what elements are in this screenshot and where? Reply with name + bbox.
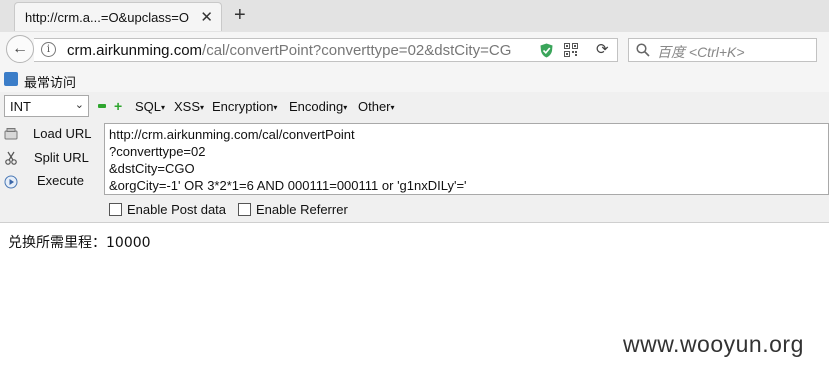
- tab-bar: http://crm.a...=O&upclass=O ✕ +: [0, 0, 829, 33]
- split-url-button[interactable]: Split URL: [0, 148, 100, 170]
- search-bar[interactable]: 百度 <Ctrl+K>: [628, 38, 817, 62]
- watermark: www.wooyun.org: [623, 331, 804, 357]
- menu-xss[interactable]: XSS▾: [174, 99, 204, 114]
- browser-tab[interactable]: http://crm.a...=O&upclass=O ✕: [14, 2, 222, 31]
- url-text[interactable]: crm.airkunming.com/cal/convertPoint?conv…: [67, 42, 511, 59]
- url-domain: crm.airkunming.com: [67, 42, 203, 59]
- menu-label: Other: [358, 99, 391, 114]
- menu-encoding[interactable]: Encoding▾: [289, 99, 347, 114]
- url-path: /cal/convertPoint?converttype=02&dstCity…: [202, 42, 512, 59]
- load-url-button[interactable]: Load URL: [0, 124, 100, 146]
- new-tab-button[interactable]: +: [234, 4, 246, 27]
- navigation-bar: ← i crm.airkunming.com/cal/convertPoint?…: [0, 32, 829, 68]
- execute-label: Execute: [37, 173, 84, 188]
- type-select[interactable]: INT ⌄: [4, 95, 89, 117]
- chevron-down-icon: ⌄: [74, 99, 84, 111]
- play-icon: [4, 175, 18, 189]
- menu-sql[interactable]: SQL▾: [135, 99, 165, 114]
- menu-encryption[interactable]: Encryption▾: [212, 99, 277, 114]
- scissors-icon: [5, 151, 17, 165]
- address-bar[interactable]: i crm.airkunming.com/cal/convertPoint?co…: [34, 38, 618, 62]
- info-icon[interactable]: i: [41, 42, 56, 57]
- menu-label: XSS: [174, 99, 201, 114]
- menu-label: Encryption: [212, 99, 274, 114]
- execute-button[interactable]: Execute: [0, 172, 100, 194]
- type-select-value: INT: [10, 99, 31, 114]
- bookmark-folder-icon: [4, 72, 18, 86]
- enable-referrer-label: Enable Referrer: [256, 202, 348, 217]
- close-icon[interactable]: ✕: [200, 8, 213, 26]
- editor-line: http://crm.airkunming.com/cal/convertPoi…: [109, 127, 355, 142]
- search-icon: [636, 43, 650, 57]
- hackbar-panel: INT ⌄ + SQL▾ XSS▾ Encryption▾ Encoding▾ …: [0, 92, 829, 223]
- split-url-label: Split URL: [34, 150, 89, 165]
- enable-post-label: Enable Post data: [127, 202, 227, 217]
- menu-label: SQL: [135, 99, 162, 114]
- url-editor[interactable]: http://crm.airkunming.com/cal/convertPoi…: [104, 123, 829, 195]
- shield-icon[interactable]: [540, 43, 553, 58]
- menu-other[interactable]: Other▾: [358, 99, 395, 114]
- qr-code-icon[interactable]: [564, 43, 578, 57]
- editor-line: &orgCity=-1' OR 3*2*1=6 AND 000111=00011…: [109, 178, 467, 193]
- editor-line: &dstCity=CGO: [109, 161, 195, 176]
- search-placeholder: 百度 <Ctrl+K>: [657, 44, 745, 60]
- increase-icon[interactable]: +: [114, 99, 122, 113]
- menu-label: Encoding: [289, 99, 344, 114]
- page-result-text: 兑换所需里程：10000: [8, 235, 151, 251]
- bookmarks-bar: 最常访问: [0, 68, 829, 92]
- bookmark-most-visited[interactable]: 最常访问: [24, 72, 76, 91]
- editor-line: ?converttype=02: [109, 144, 206, 159]
- enable-post-checkbox[interactable]: [109, 203, 122, 216]
- load-url-label: Load URL: [33, 126, 92, 141]
- tab-title: http://crm.a...=O&upclass=O: [25, 10, 190, 25]
- enable-referrer-checkbox[interactable]: [238, 203, 251, 216]
- decrease-icon[interactable]: [98, 104, 106, 108]
- back-button[interactable]: ←: [6, 35, 34, 63]
- reload-icon[interactable]: ⟳: [596, 40, 609, 58]
- load-url-icon: [4, 128, 18, 140]
